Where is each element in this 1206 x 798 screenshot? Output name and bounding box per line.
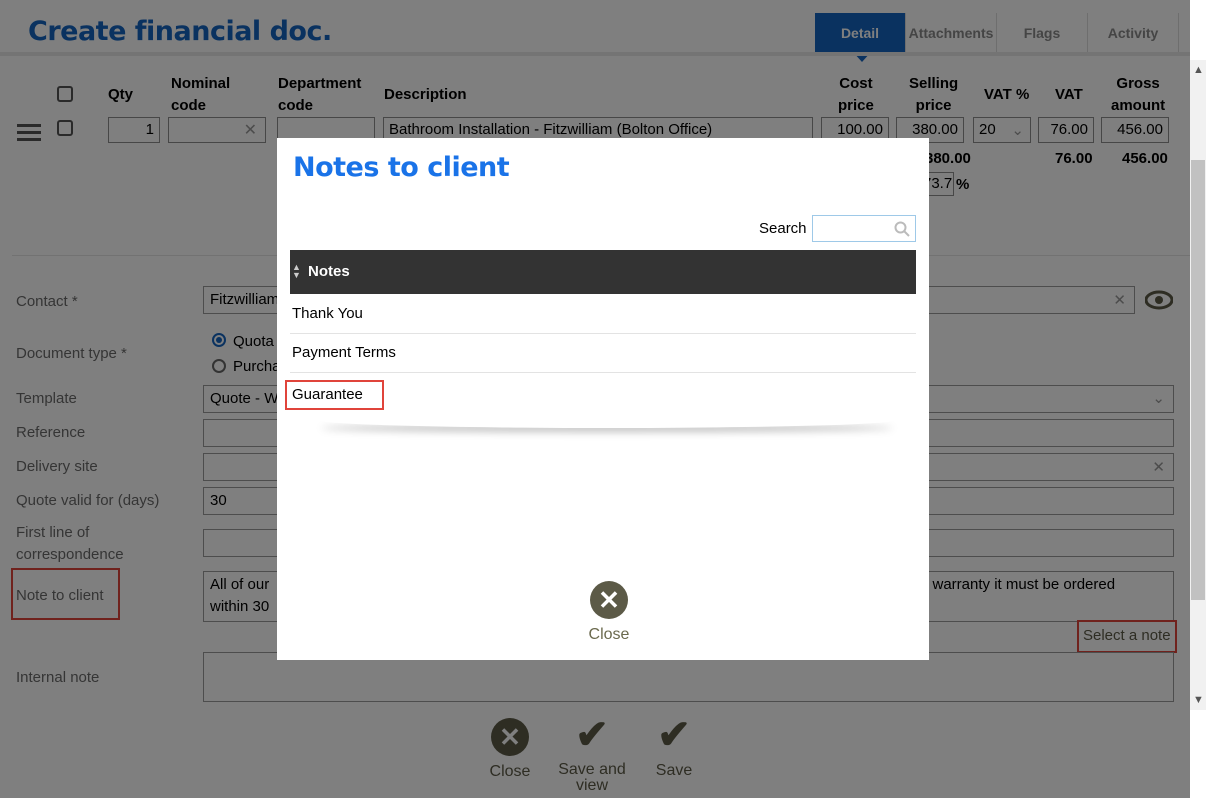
modal-close-button[interactable]: ✕ Close [587,581,631,644]
modal-close-label: Close [588,626,630,643]
notes-column-label: Notes [308,263,350,280]
modal-title: Notes to client [293,152,510,183]
search-label: Search [759,220,807,237]
search-icon [894,221,910,237]
note-row-thank-you[interactable]: Thank You [290,295,916,334]
notes-modal: Notes to client Search ▲ ▼ Notes Thank Yo… [277,138,929,660]
sort-icon[interactable]: ▲ ▼ [292,263,301,280]
close-circle-icon: ✕ [590,581,628,619]
scrollbar-thumb[interactable] [1191,160,1205,600]
scroll-up-icon[interactable]: ▲ [1193,64,1204,76]
note-row-payment-terms[interactable]: Payment Terms [290,334,916,373]
note-row-guarantee-highlight[interactable]: Guarantee [285,380,384,410]
search-input[interactable] [812,215,916,242]
table-shadow [317,412,897,428]
scroll-down-icon[interactable]: ▼ [1193,694,1204,706]
notes-column-header[interactable]: ▲ ▼ Notes [290,250,916,294]
